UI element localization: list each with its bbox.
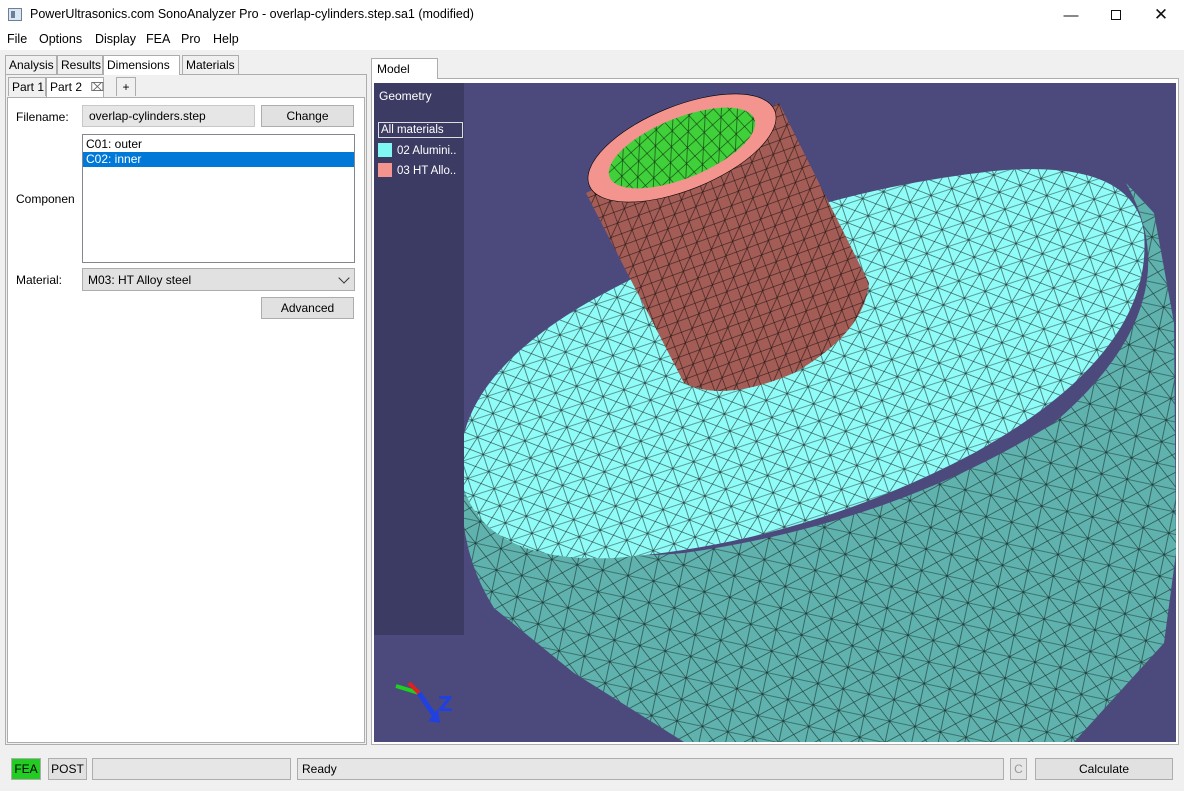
change-button[interactable]: Change xyxy=(261,105,354,127)
maximize-icon xyxy=(1111,10,1121,20)
menu-display[interactable]: Display xyxy=(95,32,136,46)
material-label: Material: xyxy=(16,273,63,287)
legend-swatch xyxy=(378,163,392,177)
material-select-value: M03: HT Alloy steel xyxy=(88,273,192,287)
components-label: Componen xyxy=(16,192,75,206)
fea-mode-button[interactable]: FEA xyxy=(11,758,41,780)
calculate-button[interactable]: Calculate xyxy=(1035,758,1173,780)
legend-label: 02 Alumini.. xyxy=(397,145,457,157)
tab-dimensions[interactable]: Dimensions xyxy=(103,55,180,75)
component-list[interactable]: C01: outer C02: inner xyxy=(82,134,355,263)
material-select[interactable]: M03: HT Alloy steel xyxy=(82,268,355,291)
z-axis-line xyxy=(416,691,437,717)
status-message: Ready xyxy=(297,758,1004,780)
all-materials-item[interactable]: All materials xyxy=(378,122,463,138)
advanced-button[interactable]: Advanced xyxy=(261,297,354,319)
geometry-panel: Geometry All materials 02 Alumini.. 03 H… xyxy=(374,83,464,635)
tab-results[interactable]: Results xyxy=(57,55,103,74)
list-item-c02[interactable]: C02: inner xyxy=(83,152,354,167)
menu-bar: File Options Display FEA Pro Help xyxy=(0,30,1184,50)
subtab-part-1[interactable]: Part 1 xyxy=(8,77,46,96)
tab-analysis[interactable]: Analysis xyxy=(5,55,57,74)
close-icon: ✕ xyxy=(1153,5,1169,24)
filename-field: overlap-cylinders.step xyxy=(82,105,255,127)
close-tab-icon[interactable]: ⌧ xyxy=(90,80,104,94)
close-button[interactable]: ✕ xyxy=(1138,0,1184,30)
menu-fea[interactable]: FEA xyxy=(146,32,170,46)
maximize-button[interactable] xyxy=(1093,0,1139,30)
minimize-icon: — xyxy=(1063,6,1079,24)
tab-materials[interactable]: Materials xyxy=(182,55,239,74)
legend-item-aluminium[interactable]: 02 Alumini.. xyxy=(378,143,456,159)
add-part-tab[interactable]: + xyxy=(116,77,136,96)
legend-swatch xyxy=(378,143,392,157)
menu-help[interactable]: Help xyxy=(213,32,239,46)
axis-triad: Z xyxy=(395,681,453,723)
menu-pro[interactable]: Pro xyxy=(181,32,200,46)
menu-options[interactable]: Options xyxy=(39,32,82,46)
chevron-down-icon xyxy=(338,272,350,284)
subtab-part-2-label: Part 2 xyxy=(50,80,83,94)
filename-label: Filename: xyxy=(16,110,69,124)
app-icon xyxy=(8,8,22,21)
status-bar: FEA POST Ready C Calculate xyxy=(0,752,1184,791)
post-mode-button[interactable]: POST xyxy=(48,758,87,780)
title-bar: PowerUltrasonics.com SonoAnalyzer Pro - … xyxy=(0,0,1184,30)
minimize-button[interactable]: — xyxy=(1048,0,1094,30)
legend-item-ht-alloy[interactable]: 03 HT Allo.. xyxy=(378,163,456,179)
status-field-empty xyxy=(92,758,291,780)
menu-file[interactable]: File xyxy=(7,32,27,46)
list-item-c01[interactable]: C01: outer xyxy=(83,137,354,152)
window-title: PowerUltrasonics.com SonoAnalyzer Pro - … xyxy=(30,7,474,21)
c-button[interactable]: C xyxy=(1010,758,1027,780)
legend-label: 03 HT Allo.. xyxy=(397,165,457,177)
model-viewport[interactable]: Z Geometry All materials 02 Alumini.. 03… xyxy=(374,83,1176,742)
subtab-part-2[interactable]: Part 2 ⌧ xyxy=(46,77,104,97)
z-axis-label: Z xyxy=(438,692,453,716)
tab-model[interactable]: Model xyxy=(371,58,438,79)
geometry-title: Geometry xyxy=(379,89,432,103)
model-3d-view[interactable]: Z xyxy=(374,83,1176,742)
